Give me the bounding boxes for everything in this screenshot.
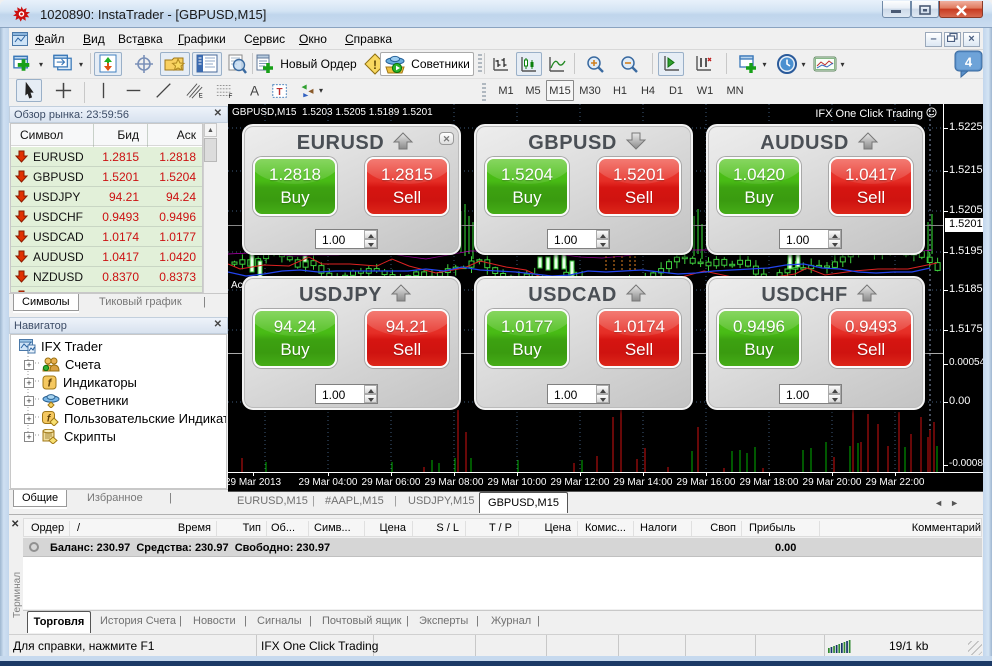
svg-text:F: F bbox=[228, 94, 232, 99]
svg-text:T: T bbox=[277, 87, 283, 98]
svg-text:E: E bbox=[198, 93, 202, 99]
svg-text:A: A bbox=[249, 84, 259, 99]
svg-text:4: 4 bbox=[965, 55, 973, 70]
svg-text:!: ! bbox=[373, 58, 377, 72]
